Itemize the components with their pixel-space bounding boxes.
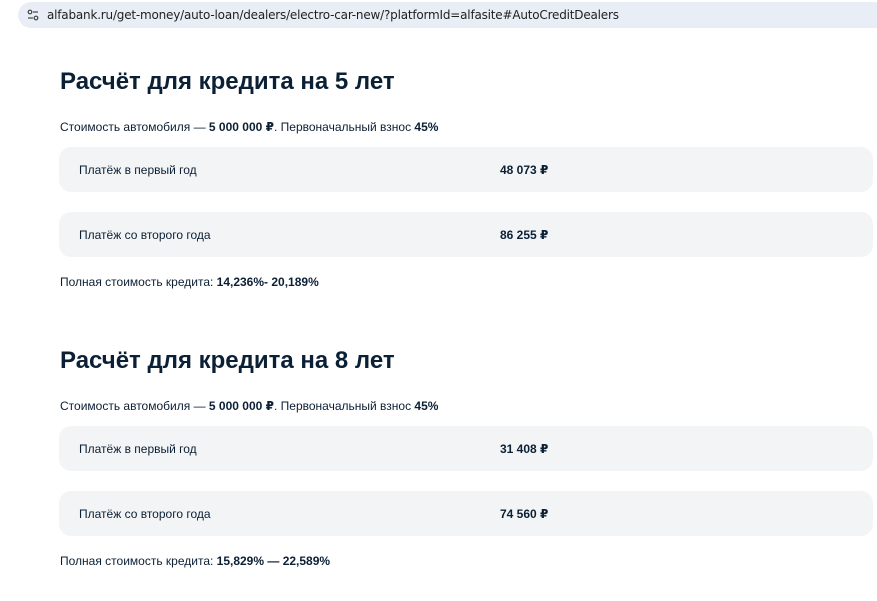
loan-calc-5-years: Расчёт для кредита на 5 лет Стоимость ав… [59,66,877,290]
car-price: 5 000 000 ₽ [208,120,274,134]
payment-value: 48 073 ₽ [500,163,549,177]
payment-label: Платёж со второго года [79,507,211,521]
subtitle-middle: . Первоначальный взнос [273,120,415,134]
subtitle-prefix: Стоимость автомобиля — [60,399,209,413]
car-price: 5 000 000 ₽ [208,399,274,413]
payment-row-first-year: Платёж в первый год 48 073 ₽ [59,147,873,192]
tune-icon[interactable] [27,8,39,21]
down-payment: 45% [414,399,439,413]
browser-address-bar: ⁞ alfabank.ru/get-money/auto-loan/dealer… [0,0,877,30]
payment-label: Платёж со второго года [79,228,211,242]
full-credit-cost: Полная стоимость кредита: 15,829% — 22,5… [60,553,877,569]
payment-row-from-second-year: Платёж со второго года 86 255 ₽ [59,212,873,257]
payment-row-from-second-year: Платёж со второго года 74 560 ₽ [59,491,873,536]
loan-conditions: Стоимость автомобиля — 5 000 000 ₽. Перв… [60,119,877,135]
subtitle-middle: . Первоначальный взнос [273,399,415,413]
subtitle-prefix: Стоимость автомобиля — [60,120,209,134]
payment-label: Платёж в первый год [79,442,197,456]
page-edge-icon: ⁞ [0,8,3,20]
payment-value: 31 408 ₽ [500,442,549,456]
full-cost-label: Полная стоимость кредита: [60,275,217,289]
full-cost-value: 15,829% — 22,589% [216,554,331,568]
section-title: Расчёт для кредита на 5 лет [60,68,395,95]
payment-value: 74 560 ₽ [500,507,549,521]
payment-value: 86 255 ₽ [500,228,549,242]
loan-conditions: Стоимость автомобиля — 5 000 000 ₽. Перв… [60,398,877,414]
payment-label: Платёж в первый год [79,163,197,177]
loan-calc-8-years: Расчёт для кредита на 8 лет Стоимость ав… [59,345,877,569]
down-payment: 45% [414,120,439,134]
full-cost-value: 14,236%- 20,189% [216,275,319,289]
payment-row-first-year: Платёж в первый год 31 408 ₽ [59,426,873,471]
url-text[interactable]: alfabank.ru/get-money/auto-loan/dealers/… [47,7,619,23]
section-title: Расчёт для кредита на 8 лет [60,347,395,374]
full-cost-label: Полная стоимость кредита: [60,554,217,568]
full-credit-cost: Полная стоимость кредита: 14,236%- 20,18… [60,274,877,290]
